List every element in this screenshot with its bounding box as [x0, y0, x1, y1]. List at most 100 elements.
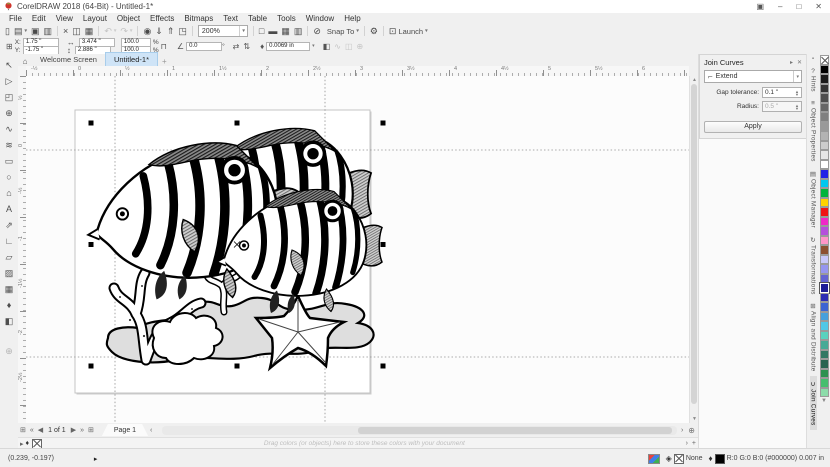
docker-tab-align-and-distribute[interactable]: ⊞ Align and Distribute — [810, 298, 817, 376]
lock-ratio-icon[interactable]: ⊓ — [161, 42, 167, 51]
last-page-button[interactable]: » — [78, 427, 86, 434]
docker-pin-icon[interactable]: ▪ — [812, 54, 814, 64]
palette-swatch-ff96c8[interactable] — [819, 235, 829, 245]
palette-swatch-286450[interactable] — [819, 359, 829, 369]
palette-swatch-ffd200[interactable] — [819, 197, 829, 207]
page-tab[interactable]: Page 1 — [102, 424, 148, 436]
palette-swatch-4d4d4d[interactable] — [819, 93, 829, 103]
zoom-level-select[interactable]: 200% ▾ — [197, 25, 248, 37]
ellipse-tool[interactable]: ○ — [1, 169, 17, 185]
menu-bitmaps[interactable]: Bitmaps — [179, 14, 218, 23]
join-mode-caret[interactable]: ▾ — [793, 71, 801, 82]
redo-button[interactable]: ↷ ▾ — [118, 25, 134, 37]
outline-width-caret[interactable]: ▾ — [312, 43, 315, 49]
new-tab-button[interactable]: + — [162, 57, 167, 66]
customize-toolbox-button[interactable]: ⊕ — [1, 343, 17, 359]
show-rulers-button[interactable]: ▬ — [266, 25, 279, 37]
scroll-left-icon[interactable]: ‹ — [148, 427, 154, 434]
fill-none-swatch[interactable] — [673, 453, 684, 464]
apply-button[interactable]: Apply — [704, 120, 802, 133]
palette-swatch-b450dc[interactable] — [819, 226, 829, 236]
docker-tab-transformations[interactable]: ↻ Transformations — [810, 232, 817, 299]
palette-swatch-e6e6e6[interactable] — [819, 150, 829, 160]
palette-swatch-2d9150[interactable] — [819, 368, 829, 378]
docpal-flyout-icon[interactable]: ▸ — [18, 440, 26, 448]
palette-swatch-3c64d2[interactable] — [819, 302, 829, 312]
pan-zoom-icon[interactable]: ⊕ — [685, 426, 698, 435]
palette-swatch-9696f0[interactable] — [819, 264, 829, 274]
drawing-canvas[interactable] — [26, 76, 689, 423]
docker-close-icon[interactable]: ✕ — [797, 59, 802, 66]
open-button[interactable]: ▤ ▾ — [12, 25, 29, 37]
minimize-button[interactable]: – — [778, 2, 782, 11]
mesh-fill-tool[interactable]: ▦ — [1, 281, 17, 297]
connector-tool[interactable]: ∟ — [1, 233, 17, 249]
rectangle-tool[interactable]: ▭ — [1, 153, 17, 169]
palette-swatch-000000[interactable] — [819, 64, 829, 74]
vertical-scroll-thumb[interactable] — [691, 84, 697, 404]
menu-view[interactable]: View — [51, 14, 78, 23]
menu-file[interactable]: File — [4, 14, 27, 23]
palette-swatch-2d2db4[interactable] — [819, 292, 829, 302]
palette-scroll-down-icon[interactable]: ▼ — [821, 398, 827, 404]
palette-swatch-f028c8[interactable] — [819, 216, 829, 226]
convert-curves-icon[interactable]: ∿ — [334, 42, 341, 51]
show-guidelines-button[interactable]: ▥ — [292, 25, 305, 37]
palette-swatch-cccccc[interactable] — [819, 140, 829, 150]
snap-to-caret[interactable]: ▾ — [356, 28, 359, 34]
docpal-add-icon[interactable]: + — [690, 440, 698, 447]
docpal-eyedropper-icon[interactable]: ♦ — [26, 440, 30, 447]
docker-tab-join-curves[interactable]: ∪ Join Curves — [809, 376, 817, 430]
launch-caret[interactable]: ▾ — [425, 28, 428, 34]
menu-effects[interactable]: Effects — [145, 14, 179, 23]
print-button[interactable]: ▥ — [42, 25, 55, 37]
more-options-icon[interactable]: ⊕ — [357, 42, 364, 51]
polygon-tool[interactable]: ⌂ — [1, 185, 17, 201]
tab-untitled-document[interactable]: Untitled-1* — [104, 52, 158, 66]
show-grid-button[interactable]: ▦ — [279, 25, 292, 37]
palette-swatch-00c8f0[interactable] — [819, 178, 829, 188]
palette-swatch-808080[interactable] — [819, 112, 829, 122]
freehand-tool[interactable]: ∿ — [1, 121, 17, 137]
horizontal-scrollbar[interactable] — [162, 425, 677, 435]
palette-swatch-46be6e[interactable] — [819, 378, 829, 388]
publish-to-pdf-button[interactable]: ◳ — [176, 25, 189, 37]
palette-swatch-327864[interactable] — [819, 349, 829, 359]
palette-swatch-6464d2[interactable] — [819, 273, 829, 283]
menu-window[interactable]: Window — [301, 14, 339, 23]
add-page-before-button[interactable]: ⊞ — [18, 426, 28, 434]
export-button[interactable]: ⇑ — [165, 25, 177, 37]
drop-shadow-tool[interactable]: ▱ — [1, 249, 17, 265]
tab-welcome-screen[interactable]: Welcome Screen — [32, 53, 105, 66]
palette-swatch-46a0dc[interactable] — [819, 311, 829, 321]
undo-button[interactable]: ↶ ▾ — [102, 25, 118, 37]
palette-swatch-1a1a1a[interactable] — [819, 74, 829, 84]
palette-swatch-none[interactable] — [819, 55, 829, 65]
interactive-fill-tool[interactable]: ◧ — [1, 313, 17, 329]
open-caret[interactable]: ▾ — [24, 28, 27, 34]
account-icon[interactable]: ▣ — [756, 2, 764, 11]
mirror-horizontal-icon[interactable]: ⇄ — [233, 42, 240, 51]
weld-icon[interactable]: ◫ — [345, 42, 353, 51]
color-eyedropper-tool[interactable]: ♦ — [1, 297, 17, 313]
menu-tools[interactable]: Tools — [272, 14, 301, 23]
text-tool[interactable]: A — [1, 201, 17, 217]
docker-tab-object-properties[interactable]: ≡ Object Properties — [810, 96, 817, 166]
save-button[interactable]: ▣ — [29, 25, 42, 37]
full-screen-preview-button[interactable]: □ — [257, 25, 266, 37]
palette-swatch-8c5030[interactable] — [819, 245, 829, 255]
palette-swatch-50c8e6[interactable] — [819, 321, 829, 331]
docpal-no-color-swatch[interactable] — [32, 438, 43, 449]
outline-width-field[interactable]: 0.0069 in — [266, 41, 311, 51]
rotation-angle-field[interactable]: 0.0 — [186, 41, 223, 51]
palette-swatch-b3b3b3[interactable] — [819, 131, 829, 141]
wrap-text-icon[interactable]: ◧ — [323, 42, 331, 51]
menu-object[interactable]: Object — [112, 14, 145, 23]
palette-swatch-5ad2be[interactable] — [819, 330, 829, 340]
palette-swatch-c8c8fa[interactable] — [819, 254, 829, 264]
launch-button[interactable]: ⊡ Launch ▾ — [387, 25, 430, 37]
mirror-vertical-icon[interactable]: ⇅ — [243, 42, 250, 51]
copy-button[interactable]: ◫ — [70, 25, 83, 37]
search-content-button[interactable]: ◉ — [141, 25, 153, 37]
menu-edit[interactable]: Edit — [27, 14, 51, 23]
